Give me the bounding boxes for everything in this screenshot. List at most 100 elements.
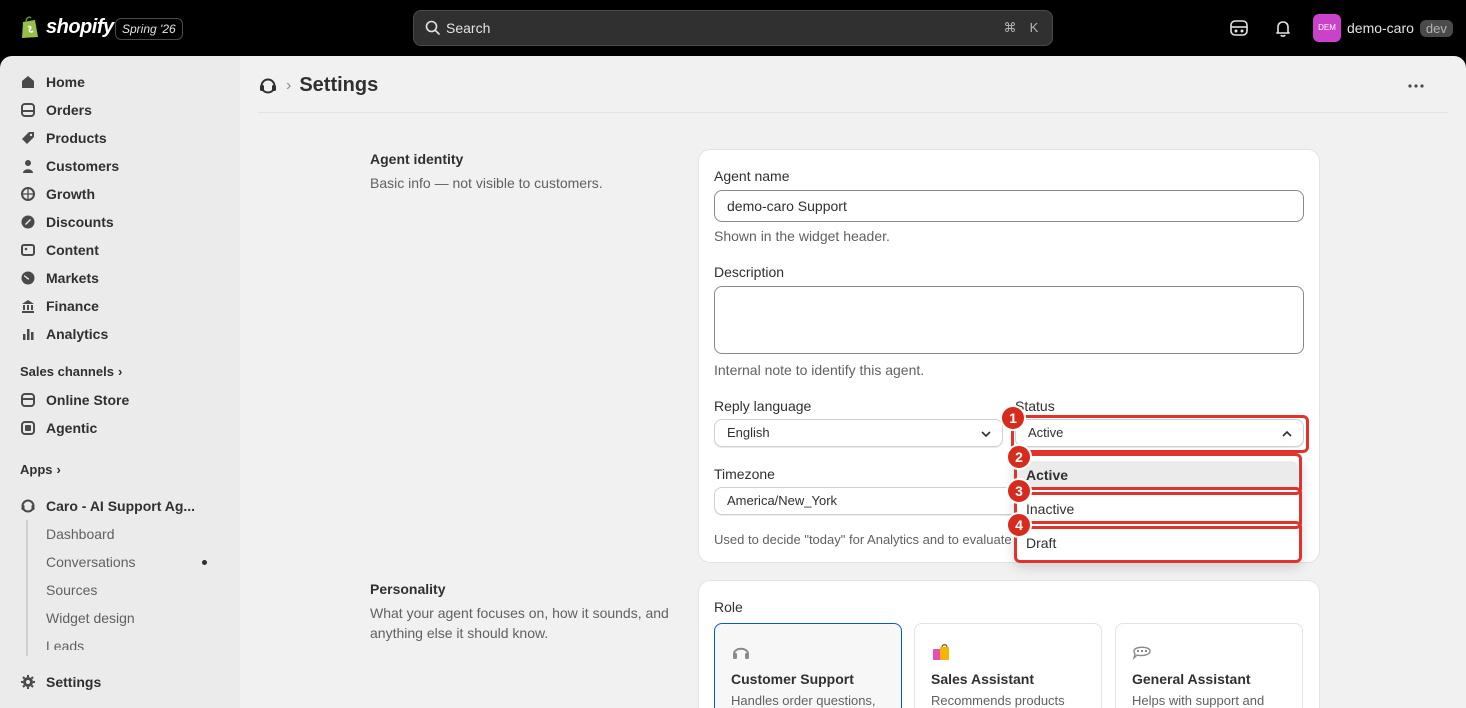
sidebar-item-markets[interactable]: Markets: [14, 264, 228, 292]
description-help: Internal note to identify this agent.: [714, 362, 925, 378]
edition-badge[interactable]: Spring '26: [115, 18, 183, 40]
sidebar-item-analytics[interactable]: Analytics: [14, 320, 228, 348]
sales-channels-label: Sales channels: [20, 364, 114, 379]
headphones-icon: [733, 647, 749, 659]
sidebar-item-label: Online Store: [46, 392, 130, 408]
subnav-line: [26, 520, 28, 656]
sidebar-item-agentic[interactable]: Agentic: [14, 414, 228, 442]
sidebar-item-orders[interactable]: Orders: [14, 96, 228, 124]
reply-language-value: English: [727, 425, 770, 440]
role-desc: Helps with support and: [1132, 693, 1265, 708]
sidebar-item-home[interactable]: Home: [14, 68, 228, 96]
timezone-value: America/New_York: [727, 493, 838, 508]
role-label: Role: [714, 599, 743, 615]
sidebar-item-label: Content: [46, 242, 99, 258]
subnav-leads[interactable]: Leads: [46, 638, 84, 650]
role-title: Customer Support: [731, 671, 854, 687]
content-icon: [21, 244, 35, 256]
annotation-badge-1: 1: [1000, 405, 1026, 431]
bell-icon[interactable]: [1272, 17, 1294, 39]
subnav-widget-design[interactable]: Widget design: [46, 610, 135, 626]
description-label: Description: [714, 264, 785, 280]
search-input[interactable]: [446, 11, 986, 45]
sidebar-item-label: Agentic: [46, 420, 98, 436]
annotation-badge-2: 2: [1006, 444, 1032, 470]
breadcrumb: › Settings: [258, 74, 378, 97]
agent-name-label: Agent name: [714, 168, 790, 184]
role-option-sales-assistant[interactable]: Sales Assistant Recommends products: [914, 623, 1102, 708]
shortcut-k-key: K: [1029, 20, 1039, 35]
subnav-conversations[interactable]: Conversations: [46, 554, 136, 570]
highlight-box-4: [1014, 521, 1302, 563]
personality-title: Personality: [370, 581, 446, 597]
sidebar-item-discounts[interactable]: Discounts: [14, 208, 228, 236]
sidebar-item-settings[interactable]: Settings: [14, 668, 228, 696]
agent-name-help: Shown in the widget header.: [714, 228, 890, 244]
person-icon: [23, 160, 33, 173]
role-option-general-assistant[interactable]: General Assistant Helps with support and: [1115, 623, 1303, 708]
orders-icon: [21, 103, 35, 117]
timezone-help: Used to decide "today" for Analytics and…: [714, 532, 1012, 547]
sidebar-item-label: Customers: [46, 158, 120, 174]
sidebar-item-label: Discounts: [46, 214, 114, 230]
sidebar-item-content[interactable]: Content: [14, 236, 228, 264]
chart-icon: [23, 329, 34, 340]
chevron-down-icon: [981, 431, 991, 438]
reply-language-label: Reply language: [714, 398, 812, 414]
subnav-sources[interactable]: Sources: [46, 582, 97, 598]
agent-identity-title: Agent identity: [370, 151, 464, 167]
chevron-right-icon: ›: [117, 364, 123, 379]
description-textarea[interactable]: [714, 286, 1304, 354]
reply-language-select[interactable]: English: [714, 419, 1003, 447]
headset-icon[interactable]: [258, 76, 278, 96]
sidebar-item-label: Orders: [46, 102, 92, 118]
headset-icon: [21, 499, 35, 513]
search-icon: [425, 20, 440, 35]
bank-icon: [22, 300, 34, 313]
sidebar-item-customers[interactable]: Customers: [14, 152, 228, 180]
role-option-customer-support[interactable]: Customer Support Handles order questions…: [714, 623, 902, 708]
sidebar-item-online-store[interactable]: Online Store: [14, 386, 228, 414]
role-title: General Assistant: [1132, 671, 1251, 687]
top-bar: shopify Spring '26 ⌘ K DEM demo-caro dev: [0, 0, 1466, 56]
brand-name: shopify: [46, 15, 114, 38]
shortcut-cmd-key: ⌘: [1003, 20, 1017, 35]
globe-arrow-icon: [21, 187, 35, 201]
role-desc: Recommends products: [931, 693, 1065, 708]
annotation-badge-3: 3: [1006, 478, 1032, 504]
agent-identity-description: Basic info — not visible to customers.: [370, 175, 603, 191]
sidebar-item-label: Markets: [46, 270, 99, 286]
apps-label: Apps: [20, 462, 53, 477]
shopify-logo[interactable]: shopify: [20, 15, 114, 39]
sidebar-item-caro-app[interactable]: Caro - AI Support Ag...: [14, 492, 228, 520]
sidebar-item-products[interactable]: Products: [14, 124, 228, 152]
globe-icon: [21, 271, 35, 285]
agentic-icon: [21, 421, 35, 435]
subnav-dashboard[interactable]: Dashboard: [46, 526, 115, 542]
sidebar-item-label: Analytics: [46, 326, 109, 342]
apps-heading[interactable]: Apps ›: [20, 462, 61, 477]
timezone-label: Timezone: [714, 466, 775, 482]
sales-channels-heading[interactable]: Sales channels ›: [20, 364, 122, 379]
main-content: › Settings Agent identity Basic info — n…: [240, 56, 1466, 708]
page-title: Settings: [299, 74, 379, 96]
role-title: Sales Assistant: [931, 671, 1034, 687]
agent-name-input[interactable]: [714, 190, 1304, 222]
personality-description: What your agent focuses on, how it sound…: [370, 605, 669, 641]
chevron-right-icon: ›: [56, 462, 61, 477]
timezone-select[interactable]: America/New_York: [714, 487, 1044, 515]
sidebar-item-growth[interactable]: Growth: [14, 180, 228, 208]
account-menu[interactable]: DEM demo-caro dev: [1313, 14, 1453, 42]
tag-icon: [22, 132, 34, 144]
dev-badge: dev: [1419, 19, 1453, 37]
discount-icon: [21, 215, 35, 229]
search-bar[interactable]: ⌘ K: [413, 10, 1053, 46]
sidebar-item-finance[interactable]: Finance: [14, 292, 228, 320]
avatar: DEM: [1313, 14, 1341, 42]
annotation-badge-4: 4: [1006, 512, 1032, 538]
header-divider: [258, 112, 1448, 113]
more-actions-icon[interactable]: [1404, 76, 1428, 96]
account-name: demo-caro: [1347, 20, 1414, 36]
sidebar-item-label: Products: [46, 130, 107, 146]
store-icon[interactable]: [1228, 17, 1250, 39]
